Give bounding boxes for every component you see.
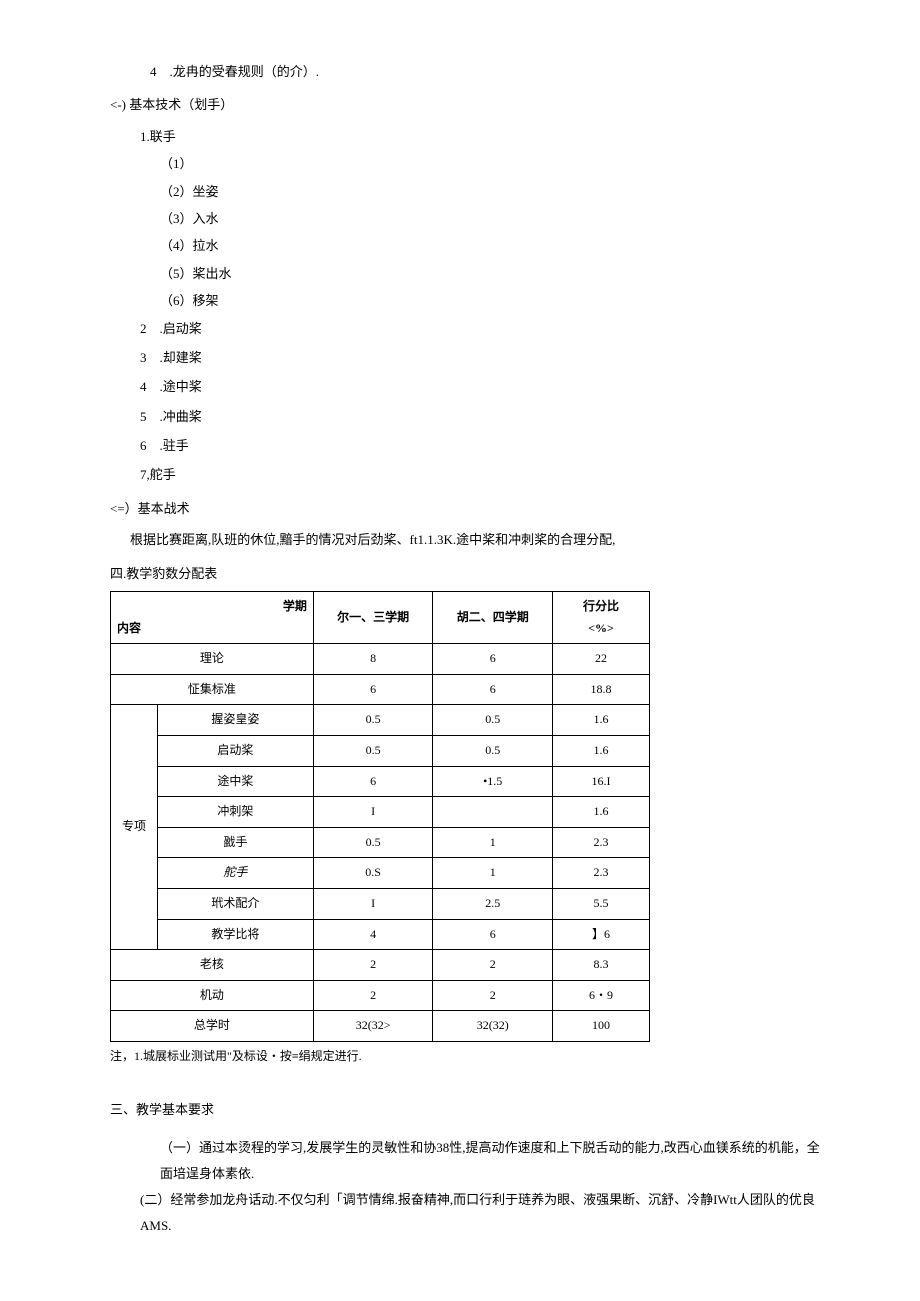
allocation-table: 学期 内容 尔一、三学期 胡二、四学期 行分比 <%> 理论 8 6 22 怔集… (110, 591, 650, 1042)
cell: 16.I (553, 766, 650, 797)
cell: 1 (433, 827, 553, 858)
th-col3: 行分比 <%> (553, 592, 650, 644)
r-sprint: 冲刺架 (158, 797, 314, 828)
cell: 0.5 (433, 705, 553, 736)
section-c-header: <=）基本战术 (110, 497, 830, 520)
cell: 2 (433, 980, 553, 1011)
row-std: 怔集标准 (111, 674, 314, 705)
r-helm: 舵手 (158, 858, 314, 889)
th-diagonal: 学期 内容 (111, 592, 314, 644)
cell: 2.3 (553, 858, 650, 889)
r-mid: 途中桨 (158, 766, 314, 797)
cell: 5.5 (553, 888, 650, 919)
cell: 32(32) (433, 1011, 553, 1042)
table-row: 冲刺架 I 1.6 (111, 797, 650, 828)
th-semester: 学期 (117, 596, 307, 618)
para-1: （一）通过本烫程的学习,发展学生的灵敏性和协38性,提高动作速度和上下脱舌动的能… (160, 1135, 830, 1187)
table-row: 老核 2 2 8.3 (111, 950, 650, 981)
cell: 0.S (313, 858, 433, 889)
cell: 6 (433, 919, 553, 950)
sub-item-2: （2）坐姿 (160, 180, 830, 203)
section3-title: 三、教学基本要求 (110, 1098, 830, 1121)
th-col2: 胡二、四学期 (433, 592, 553, 644)
num-item-6: 6 .驻手 (140, 434, 830, 457)
cell: 2 (433, 950, 553, 981)
sub-item-6: （6）移架 (160, 289, 830, 312)
table-row: 怔集标准 6 6 18.8 (111, 674, 650, 705)
tactic-desc: 根据比赛距离,队班的休位,黯手的情况对后劲桨、ft1.1.3K.途中桨和冲刺桨的… (130, 528, 830, 551)
sub-item-1: （1） (160, 152, 830, 175)
table-row: 戤手 0.5 1 2.3 (111, 827, 650, 858)
r-teach: 教学比将 (158, 919, 314, 950)
sub-item-3: （3）入水 (160, 207, 830, 230)
num-item-7: 7,舵手 (140, 463, 830, 486)
num-item-2: 2 .启动桨 (140, 317, 830, 340)
cell: 8.3 (553, 950, 650, 981)
list-1-title: 1.联手 (140, 125, 830, 148)
cell (433, 797, 553, 828)
cell: 6 (313, 766, 433, 797)
section-b-header: <-) 基本技术（划手） (110, 93, 830, 116)
cell: 】6 (553, 919, 650, 950)
r-total: 总学时 (111, 1011, 314, 1042)
th-col3-b: <%> (588, 621, 614, 635)
cell: I (313, 797, 433, 828)
table-row: 专项 握姿皇姿 0.5 0.5 1.6 (111, 705, 650, 736)
cell: 1 (433, 858, 553, 889)
group-label: 专项 (111, 705, 158, 950)
table-row: 总学时 32(32> 32(32) 100 (111, 1011, 650, 1042)
cell: 1.6 (553, 705, 650, 736)
list-item-4: 4 .龙冉的受春规则（的介）. (150, 60, 830, 83)
cell: 6 (313, 674, 433, 705)
cell: 0.5 (313, 827, 433, 858)
cell: 32(32> (313, 1011, 433, 1042)
th-col1: 尔一、三学期 (313, 592, 433, 644)
cell: 1.6 (553, 797, 650, 828)
table-row: 玳术配介 I 2.5 5.5 (111, 888, 650, 919)
table-row: 机动 2 2 6・9 (111, 980, 650, 1011)
cell: •1.5 (433, 766, 553, 797)
table-row: 启动桨 0.5 0.5 1.6 (111, 736, 650, 767)
table-row: 途中桨 6 •1.5 16.I (111, 766, 650, 797)
cell: 6 (433, 644, 553, 675)
sub-item-4: （4）拉水 (160, 234, 830, 257)
cell: 8 (313, 644, 433, 675)
th-content: 内容 (117, 618, 307, 640)
cell: 2 (313, 980, 433, 1011)
r-tac: 玳术配介 (158, 888, 314, 919)
cell: 0.5 (313, 736, 433, 767)
cell: 18.8 (553, 674, 650, 705)
cell: I (313, 888, 433, 919)
table-title: 四.教学豹数分配表 (110, 562, 830, 585)
num-item-3: 3 .却建桨 (140, 346, 830, 369)
r-flex: 机动 (111, 980, 314, 1011)
cell: 22 (553, 644, 650, 675)
cell: 2.3 (553, 827, 650, 858)
cell: 4 (313, 919, 433, 950)
cell: 1.6 (553, 736, 650, 767)
r-start: 启动桨 (158, 736, 314, 767)
cell: 6・9 (553, 980, 650, 1011)
row-theory: 理论 (111, 644, 314, 675)
table-note: 注，1.城展标业测试用"及标设・按≡绢规定进行. (110, 1046, 830, 1068)
r-drum: 戤手 (158, 827, 314, 858)
table-row: 教学比将 4 6 】6 (111, 919, 650, 950)
th-col3-a: 行分比 (583, 599, 619, 613)
cell: 0.5 (313, 705, 433, 736)
cell: 2.5 (433, 888, 553, 919)
cell: 6 (433, 674, 553, 705)
sub-item-5: （5）桨出水 (160, 262, 830, 285)
table-row: 舵手 0.S 1 2.3 (111, 858, 650, 889)
num-item-4: 4 .途中桨 (140, 375, 830, 398)
num-item-5: 5 .冲曲桨 (140, 405, 830, 428)
table-row: 理论 8 6 22 (111, 644, 650, 675)
cell: 100 (553, 1011, 650, 1042)
r-exam: 老核 (111, 950, 314, 981)
cell: 0.5 (433, 736, 553, 767)
para-2: (二）经常参加龙舟话动.不仅匀利「调节情绵.报奋精神,而口行利于琏养为眼、液强果… (140, 1187, 830, 1239)
cell: 2 (313, 950, 433, 981)
r-grip: 握姿皇姿 (158, 705, 314, 736)
